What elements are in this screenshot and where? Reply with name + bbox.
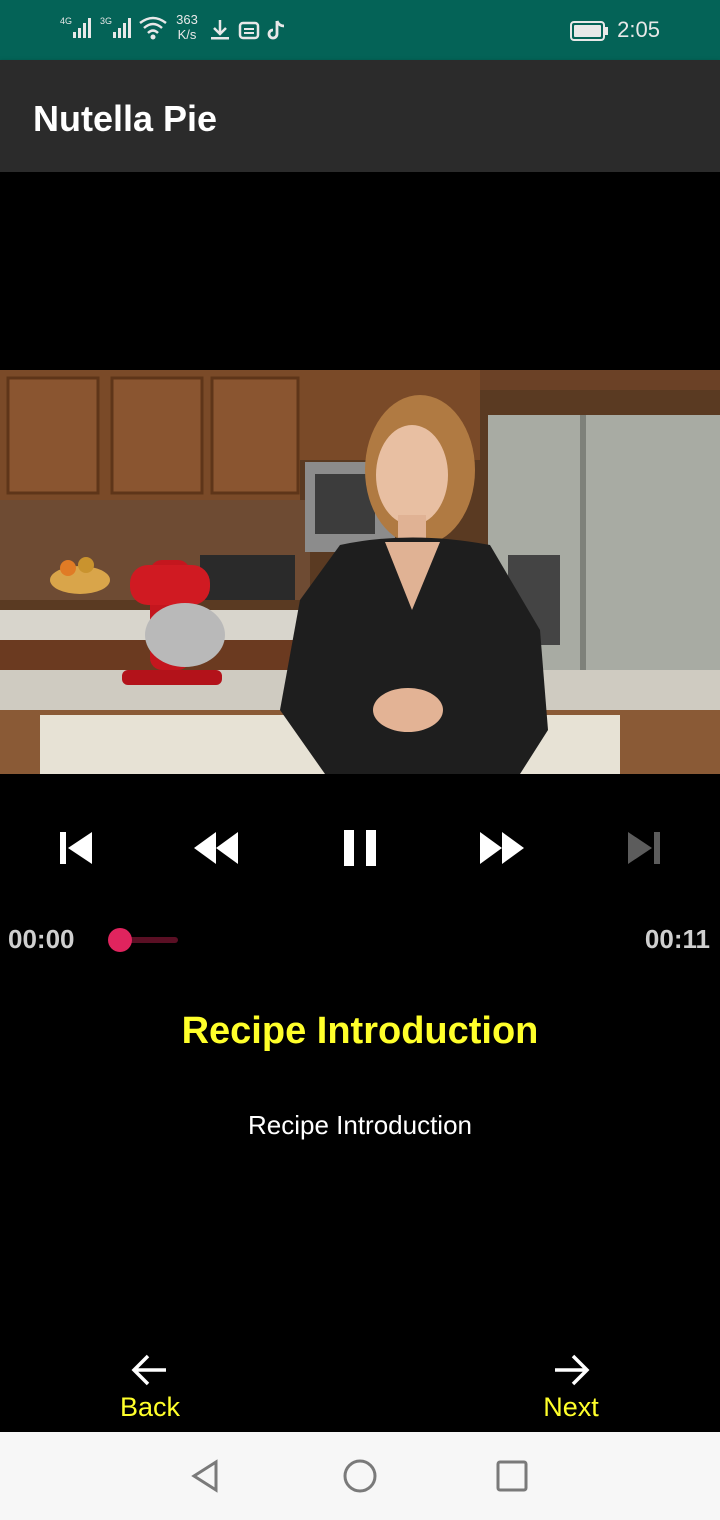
back-button[interactable]: Back — [90, 1350, 210, 1423]
skip-previous-icon — [60, 832, 66, 864]
next-label: Next — [543, 1392, 599, 1422]
cellular-signal-icon: 3G — [100, 16, 131, 38]
network-speed: 363 K/s — [174, 12, 200, 42]
tiktok-icon — [267, 20, 285, 40]
network-speed-value: 363 — [176, 12, 198, 27]
download-icon — [211, 20, 229, 40]
video-frame[interactable] — [0, 370, 720, 774]
system-home-button[interactable] — [340, 1458, 380, 1498]
video-still-image — [0, 370, 720, 774]
rewind-icon — [194, 832, 216, 864]
rewind-button[interactable] — [194, 826, 238, 870]
skip-previous-button[interactable] — [54, 826, 98, 870]
status-bar: 4G 3G 363 K/s 2:05 — [0, 0, 720, 60]
network-speed-unit: K/s — [177, 27, 197, 42]
arrow-right-icon — [555, 1354, 590, 1386]
triangle-back-icon — [191, 1459, 218, 1493]
news-icon — [238, 21, 260, 40]
battery-icon — [570, 21, 608, 41]
system-back-button[interactable] — [186, 1458, 226, 1498]
signal-2-label: 3G — [100, 16, 112, 26]
skip-next-icon — [628, 832, 652, 864]
pause-button[interactable] — [338, 826, 382, 870]
skip-next-button[interactable] — [622, 826, 666, 870]
signal-1-label: 4G — [60, 16, 72, 26]
cellular-signal-icon: 4G — [60, 16, 91, 38]
pause-icon — [344, 830, 354, 866]
circle-home-icon — [343, 1459, 377, 1493]
fast-forward-button[interactable] — [480, 826, 524, 870]
wifi-icon — [139, 16, 167, 40]
status-time: 2:05 — [617, 17, 660, 42]
back-label: Back — [119, 1392, 181, 1422]
system-recents-button[interactable] — [492, 1458, 532, 1498]
square-recents-icon — [496, 1460, 528, 1492]
step-description: Recipe Introduction — [247, 1110, 473, 1140]
duration-time: 00:11 — [644, 924, 710, 954]
current-time: 00:00 — [8, 924, 75, 954]
arrow-left-icon — [131, 1354, 166, 1386]
step-title: Recipe Introduction — [181, 1010, 539, 1052]
page-title: Nutella Pie — [33, 98, 218, 139]
app-bar: Nutella Pie — [0, 60, 720, 172]
seek-thumb[interactable] — [108, 928, 132, 952]
fast-forward-icon — [480, 832, 502, 864]
system-navigation-bar — [0, 1432, 720, 1520]
next-button[interactable]: Next — [511, 1350, 631, 1423]
